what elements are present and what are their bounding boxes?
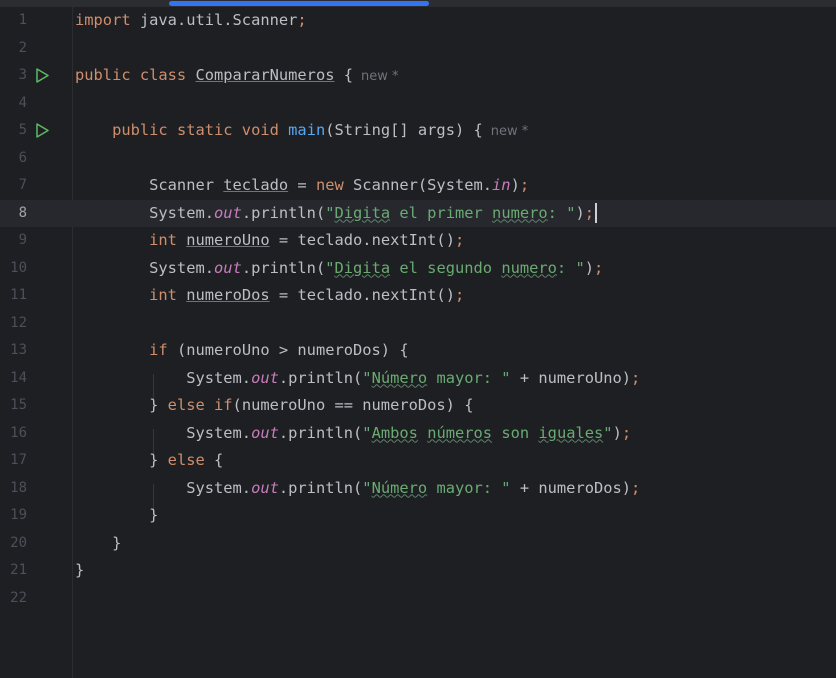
code-line[interactable]: 12	[0, 310, 836, 337]
code-editor[interactable]: 1 import java.util.Scanner; 2 3 public c…	[0, 7, 836, 678]
line-number: 4	[18, 94, 27, 111]
line-number: 3	[18, 67, 27, 83]
inlay-hint[interactable]: new *	[491, 124, 529, 139]
code-line[interactable]: 10 System.out.println("Digita el segundo…	[0, 255, 836, 282]
line-number: 16	[10, 424, 27, 441]
line-code: System.out.println("Digita el segundo nu…	[75, 258, 604, 277]
code-line[interactable]: 3 public class CompararNumeros {new *	[0, 62, 836, 89]
code-line[interactable]: 11 int numeroDos = teclado.nextInt();	[0, 282, 836, 309]
line-number: 6	[18, 149, 27, 166]
line-code: System.out.println("Digita el primer num…	[75, 200, 598, 227]
line-code: } else if(numeroUno == numeroDos) {	[75, 396, 474, 414]
code-line[interactable]: 5 public static void main(String[] args)…	[0, 117, 836, 144]
horizontal-scroll-thumb[interactable]	[169, 1, 429, 6]
line-code: }	[75, 561, 85, 579]
line-code: System.out.println("Número mayor: " + nu…	[75, 368, 641, 387]
line-code: public static void main(String[] args) {…	[112, 121, 529, 139]
code-line[interactable]: 6	[0, 145, 836, 172]
code-line-current[interactable]: 8 System.out.println("Digita el primer n…	[0, 199, 836, 227]
code-line[interactable]: 14 System.out.println("Número mayor: " +…	[0, 365, 836, 392]
line-number: 13	[10, 342, 27, 358]
code-line[interactable]: 21 }	[0, 557, 836, 584]
line-code: int numeroUno = teclado.nextInt();	[149, 231, 465, 249]
inlay-hint[interactable]: new *	[361, 69, 399, 84]
code-line[interactable]: 15 } else if(numeroUno == numeroDos) {	[0, 392, 836, 419]
line-number: 22	[10, 589, 27, 606]
line-number: 19	[10, 507, 27, 523]
line-number: 8	[18, 204, 27, 221]
line-number: 18	[10, 479, 27, 496]
line-number: 9	[18, 232, 27, 248]
code-line[interactable]: 22	[0, 585, 836, 612]
code-line[interactable]: 16 System.out.println("Ambos números son…	[0, 420, 836, 447]
code-line[interactable]: 7 Scanner teclado = new Scanner(System.i…	[0, 172, 836, 199]
run-triangle-icon[interactable]	[35, 68, 50, 83]
line-number: 5	[18, 122, 27, 138]
code-line[interactable]: 9 int numeroUno = teclado.nextInt();	[0, 227, 836, 254]
line-code: int numeroDos = teclado.nextInt();	[149, 286, 465, 304]
code-line[interactable]: 18 System.out.println("Número mayor: " +…	[0, 475, 836, 502]
line-number: 21	[10, 562, 27, 578]
line-code: public class CompararNumeros {new *	[75, 66, 399, 84]
run-triangle-icon[interactable]	[35, 123, 50, 138]
line-number: 2	[18, 39, 27, 56]
line-number: 15	[10, 397, 27, 413]
line-number: 14	[10, 369, 27, 386]
line-number: 12	[10, 314, 27, 331]
editor-top-scrollbar	[0, 0, 836, 7]
line-code: }	[75, 533, 122, 552]
line-number: 11	[10, 287, 27, 303]
text-caret	[595, 203, 598, 223]
line-number: 7	[18, 177, 27, 193]
line-number: 10	[10, 259, 27, 276]
line-code: }	[75, 506, 159, 524]
code-line[interactable]: 20 }	[0, 530, 836, 557]
line-code: import java.util.Scanner;	[75, 11, 307, 29]
code-line[interactable]: 4	[0, 90, 836, 117]
code-line[interactable]: 1 import java.util.Scanner;	[0, 7, 836, 34]
code-line[interactable]: 17 } else {	[0, 447, 836, 474]
line-number: 20	[10, 534, 27, 551]
line-code: System.out.println("Ambos números son ig…	[75, 423, 632, 442]
code-line[interactable]: 19 }	[0, 502, 836, 529]
line-number: 17	[10, 452, 27, 468]
line-code: } else {	[75, 451, 224, 469]
code-line[interactable]: 13 if (numeroUno > numeroDos) {	[0, 337, 836, 364]
line-code: if (numeroUno > numeroDos) {	[149, 341, 409, 359]
line-number: 1	[18, 12, 27, 28]
line-code: Scanner teclado = new Scanner(System.in)…	[75, 176, 530, 194]
code-line[interactable]: 2	[0, 35, 836, 62]
line-code: System.out.println("Número mayor: " + nu…	[75, 478, 641, 497]
